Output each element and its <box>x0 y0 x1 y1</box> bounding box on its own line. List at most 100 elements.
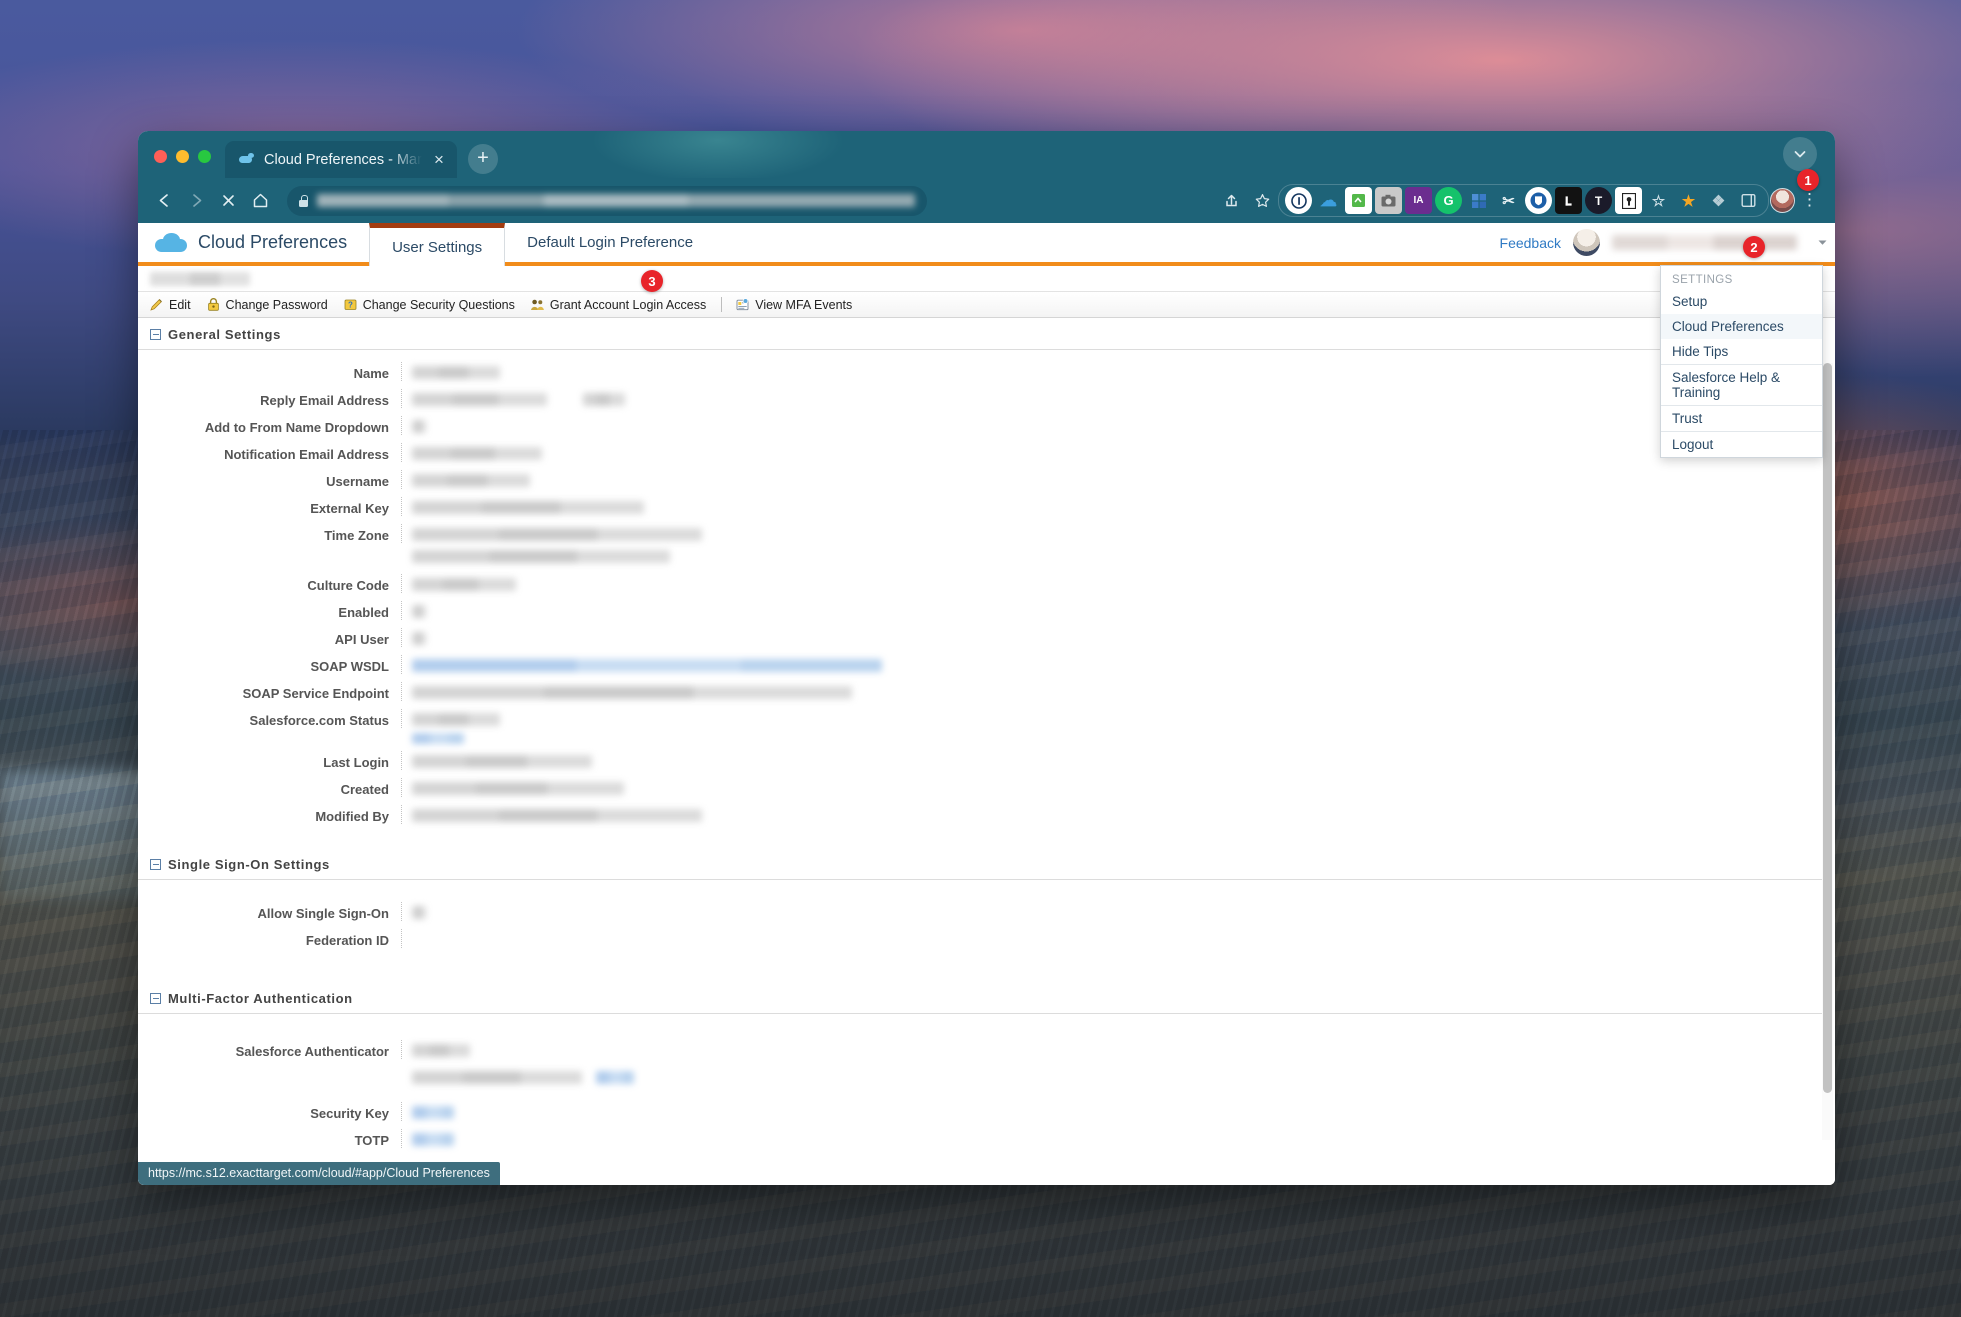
app-header-right: Feedback <box>1500 223 1835 262</box>
field-label: Time Zone <box>138 524 402 543</box>
field-value[interactable] <box>402 1102 1835 1119</box>
field-row-salesforce-status: Salesforce.com Status <box>138 709 1835 751</box>
grammarly-icon[interactable]: G <box>1435 187 1462 214</box>
status-bar-url: https://mc.s12.exacttarget.com/cloud/#ap… <box>138 1162 500 1185</box>
bookmark-star-filled-icon[interactable]: ★ <box>1675 187 1702 214</box>
salesforce-inspector-icon[interactable]: ☁ <box>1315 187 1342 214</box>
browser-window: Cloud Preferences - Marketing × + <box>138 131 1835 1185</box>
usermenu-item-cloud-preferences[interactable]: Cloud Preferences <box>1661 314 1822 339</box>
field-label: Username <box>138 470 402 489</box>
security-question-icon: ? <box>343 297 358 312</box>
collapse-icon[interactable] <box>150 329 161 340</box>
window-traffic-lights[interactable] <box>138 150 225 178</box>
tab-user-settings[interactable]: User Settings <box>369 223 506 266</box>
user-name-label <box>1612 235 1797 250</box>
scissors-clip-icon[interactable]: ✂ <box>1495 187 1522 214</box>
change-password-button[interactable]: Change Password <box>206 297 343 312</box>
record-title <box>150 272 250 286</box>
field-label: Salesforce.com Status <box>138 709 402 728</box>
section-header-multi-factor-authentication[interactable]: Multi-Factor Authentication <box>138 982 1823 1014</box>
user-menu-caret-icon[interactable] <box>1809 236 1835 249</box>
field-row-culture-code: Culture Code <box>138 574 1835 601</box>
usermenu-item-trust[interactable]: Trust <box>1661 405 1822 431</box>
chevron-down-icon[interactable] <box>1783 137 1817 171</box>
screenshot-camera-icon[interactable] <box>1375 187 1402 214</box>
extensions-puzzle-icon[interactable]: ❖ <box>1705 187 1732 214</box>
section-title: General Settings <box>168 327 281 342</box>
field-value <box>402 1040 1835 1084</box>
minimize-window-button[interactable] <box>176 150 189 163</box>
forward-icon[interactable] <box>181 186 211 216</box>
toggl-track-icon[interactable]: T <box>1585 187 1612 214</box>
evernote-web-clipper-icon[interactable] <box>1345 187 1372 214</box>
vertical-scrollbar[interactable] <box>1822 363 1833 1140</box>
lastpass-icon[interactable] <box>1555 187 1582 214</box>
bookmark-star-outline-icon[interactable]: ☆ <box>1645 187 1672 214</box>
scrollbar-thumb[interactable] <box>1823 363 1832 1093</box>
mfa-events-icon <box>735 297 750 312</box>
field-row-add-to-from-name-dropdown: Add to From Name Dropdown <box>138 416 1835 443</box>
browser-navigation-toolbar: ☁ IA G ✂ T ☆ ★ ❖ ⋮ <box>138 178 1835 223</box>
field-row-name: Name <box>138 362 1835 389</box>
grant-account-login-access-button[interactable]: Grant Account Login Access <box>530 297 721 312</box>
field-row-soap-service-endpoint: SOAP Service Endpoint <box>138 682 1835 709</box>
field-value <box>402 416 1835 433</box>
view-mfa-events-button[interactable]: View MFA Events <box>721 297 867 312</box>
close-tab-icon[interactable]: × <box>431 151 447 168</box>
grant-account-login-access-label: Grant Account Login Access <box>549 297 707 312</box>
usermenu-item-logout[interactable]: Logout <box>1661 431 1822 457</box>
browser-tab[interactable]: Cloud Preferences - Marketing × <box>225 141 457 178</box>
feedback-link[interactable]: Feedback <box>1500 235 1561 251</box>
url-text <box>317 194 915 207</box>
field-label: Created <box>138 778 402 797</box>
field-value <box>402 389 1835 406</box>
field-value[interactable] <box>402 1129 1835 1146</box>
address-bar[interactable] <box>287 185 927 216</box>
section-body-general-settings: Name Reply Email Address Add to From Nam… <box>138 350 1835 848</box>
edit-button[interactable]: Edit <box>149 297 206 312</box>
field-label: Notification Email Address <box>138 443 402 462</box>
section-header-single-sign-on-settings[interactable]: Single Sign-On Settings <box>138 848 1823 880</box>
view-mfa-events-label: View MFA Events <box>755 297 853 312</box>
usermenu-item-setup[interactable]: Setup <box>1661 289 1822 314</box>
field-label: Enabled <box>138 601 402 620</box>
field-row-external-key: External Key <box>138 497 1835 524</box>
ia-extension-icon[interactable]: IA <box>1405 187 1432 214</box>
field-label: Culture Code <box>138 574 402 593</box>
collapse-icon[interactable] <box>150 993 161 1004</box>
collapse-icon[interactable] <box>150 859 161 870</box>
field-label: API User <box>138 628 402 647</box>
share-icon[interactable] <box>1216 186 1246 216</box>
browser-profile-avatar[interactable] <box>1770 188 1795 213</box>
new-tab-button[interactable]: + <box>467 144 498 174</box>
app-brand: Cloud Preferences <box>138 223 369 262</box>
home-icon[interactable] <box>245 186 275 216</box>
side-panel-icon[interactable] <box>1735 187 1762 214</box>
kebab-menu-icon[interactable]: ⋮ <box>1796 191 1823 208</box>
star-icon[interactable] <box>1247 186 1277 216</box>
field-value <box>402 524 1835 563</box>
section-header-general-settings[interactable]: General Settings <box>138 318 1823 350</box>
field-value <box>402 628 1835 645</box>
bitwarden-icon[interactable] <box>1525 187 1552 214</box>
usermenu-item-hide-tips[interactable]: Hide Tips <box>1661 339 1822 364</box>
close-window-button[interactable] <box>154 150 167 163</box>
1password-icon[interactable] <box>1285 187 1312 214</box>
microsoft-office-icon[interactable] <box>1465 187 1492 214</box>
maximize-window-button[interactable] <box>198 150 211 163</box>
field-value <box>402 902 1835 919</box>
back-icon[interactable] <box>149 186 179 216</box>
field-label: Security Key <box>138 1102 402 1121</box>
user-avatar[interactable] <box>1573 229 1600 256</box>
field-row-federation-id: Federation ID <box>138 929 1835 956</box>
field-value[interactable] <box>402 655 1835 672</box>
password-manager-icon[interactable] <box>1615 187 1642 214</box>
change-security-questions-button[interactable]: ? Change Security Questions <box>343 297 530 312</box>
tab-default-login-preference-label: Default Login Preference <box>527 234 694 251</box>
field-row-enabled: Enabled <box>138 601 1835 628</box>
section-body-single-sign-on-settings: Allow Single Sign-On Federation ID <box>138 880 1835 982</box>
tab-default-login-preference[interactable]: Default Login Preference <box>505 223 715 262</box>
stop-icon[interactable] <box>213 186 243 216</box>
usermenu-item-salesforce-help-training[interactable]: Salesforce Help & Training <box>1661 364 1822 405</box>
field-value <box>402 682 1835 699</box>
